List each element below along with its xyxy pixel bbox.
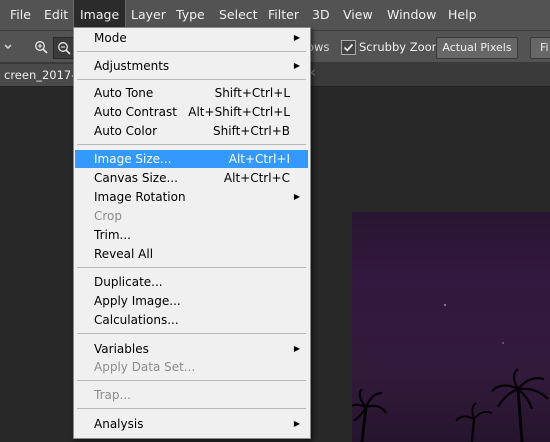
menu-help[interactable]: Help — [441, 0, 484, 30]
menu-item-auto-contrast[interactable]: Auto Contrast Alt+Shift+Ctrl+L — [75, 103, 308, 121]
menu-item-label: Adjustments — [94, 59, 170, 73]
menu-view[interactable]: View — [336, 0, 380, 30]
menu-separator — [77, 267, 306, 268]
menu-separator — [77, 380, 306, 381]
menu-item-apply-data-set: Apply Data Set... — [75, 358, 308, 376]
menu-edit[interactable]: Edit — [37, 0, 75, 30]
menu-item-label: Duplicate... — [94, 275, 163, 289]
menu-item-label: Calculations... — [94, 313, 179, 327]
menu-item-adjustments[interactable]: Adjustments ▶ — [75, 57, 308, 75]
star-dot — [502, 342, 504, 344]
menu-item-trap: Trap... — [75, 386, 308, 404]
zoom-in-icon[interactable] — [31, 37, 51, 57]
menu-filter[interactable]: Filter — [261, 0, 306, 30]
menu-item-auto-tone[interactable]: Auto Tone Shift+Ctrl+L — [75, 84, 308, 102]
menu-item-apply-image[interactable]: Apply Image... — [75, 292, 308, 310]
scrubby-zoom-checkbox[interactable] — [341, 40, 356, 55]
submenu-arrow-icon: ▶ — [293, 61, 300, 70]
menu-item-label: Auto Tone — [94, 86, 154, 100]
palm-silhouette — [352, 368, 549, 442]
menu-item-label: Apply Data Set... — [94, 360, 196, 374]
chevron-down-icon[interactable] — [4, 37, 14, 57]
menu-item-image-size[interactable]: Image Size... Alt+Ctrl+I — [75, 150, 308, 168]
submenu-arrow-icon: ▶ — [293, 192, 300, 201]
menu-item-shortcut: Alt+Shift+Ctrl+L — [188, 105, 290, 119]
menu-item-label: Trap... — [94, 388, 131, 402]
menu-separator — [77, 333, 306, 334]
menu-separator — [77, 79, 306, 80]
menu-item-image-rotation[interactable]: Image Rotation ▶ — [75, 188, 308, 206]
menu-item-label: Auto Color — [94, 124, 158, 138]
fit-screen-button[interactable]: Fi — [530, 37, 550, 59]
menu-item-label: Image Size... — [94, 152, 172, 166]
menu-item-label: Analysis — [94, 417, 144, 431]
menu-select[interactable]: Select — [212, 0, 265, 30]
menu-type[interactable]: Type — [169, 0, 212, 30]
menu-item-reveal-all[interactable]: Reveal All — [75, 245, 308, 263]
menu-item-label: Variables — [94, 342, 149, 356]
menu-item-shortcut: Alt+Ctrl+I — [228, 152, 290, 166]
menu-separator — [77, 51, 306, 52]
zoom-out-icon[interactable] — [53, 37, 75, 59]
menu-item-label: Reveal All — [94, 247, 154, 261]
submenu-arrow-icon: ▶ — [293, 419, 300, 428]
menu-item-shortcut: Shift+Ctrl+L — [214, 86, 290, 100]
image-menu-dropdown: Mode ▶ Adjustments ▶ Auto Tone Shift+Ctrl+L… — [73, 27, 311, 439]
menu-item-label: Trim... — [94, 228, 131, 242]
menu-item-shortcut: Alt+Ctrl+C — [223, 171, 290, 185]
menu-item-crop: Crop — [75, 207, 308, 225]
scrubby-zoom-label: Scrubby Zoom — [359, 40, 443, 54]
menu-item-label: Auto Contrast — [94, 105, 177, 119]
menu-item-label: Image Rotation — [94, 190, 186, 204]
actual-pixels-button[interactable]: Actual Pixels — [436, 37, 518, 59]
menu-item-label: Canvas Size... — [94, 171, 178, 185]
menu-item-duplicate[interactable]: Duplicate... — [75, 273, 308, 291]
menu-layer[interactable]: Layer — [124, 0, 173, 30]
menu-3d[interactable]: 3D — [305, 0, 337, 30]
menu-item-label: Apply Image... — [94, 294, 181, 308]
menu-item-analysis[interactable]: Analysis ▶ — [75, 415, 308, 433]
submenu-arrow-icon: ▶ — [293, 33, 300, 42]
menu-item-label: Crop — [94, 209, 123, 223]
menu-bar: File Edit Image Layer Type Select Filter… — [0, 0, 550, 30]
menu-item-mode[interactable]: Mode ▶ — [75, 29, 308, 47]
menu-file[interactable]: File — [3, 0, 38, 30]
menu-item-calculations[interactable]: Calculations... — [75, 311, 308, 329]
submenu-arrow-icon: ▶ — [293, 344, 300, 353]
menu-item-variables[interactable]: Variables ▶ — [75, 340, 308, 358]
menu-separator — [77, 408, 306, 409]
menu-item-label: Mode — [94, 31, 127, 45]
menu-item-auto-color[interactable]: Auto Color Shift+Ctrl+B — [75, 122, 308, 140]
menu-item-trim[interactable]: Trim... — [75, 226, 308, 244]
document-image[interactable] — [352, 212, 550, 442]
menu-item-shortcut: Shift+Ctrl+B — [213, 124, 290, 138]
menu-separator — [77, 144, 306, 145]
star-dot — [444, 304, 446, 306]
menu-image[interactable]: Image — [73, 0, 127, 30]
menu-item-canvas-size[interactable]: Canvas Size... Alt+Ctrl+C — [75, 169, 308, 187]
menu-window[interactable]: Window — [380, 0, 443, 30]
